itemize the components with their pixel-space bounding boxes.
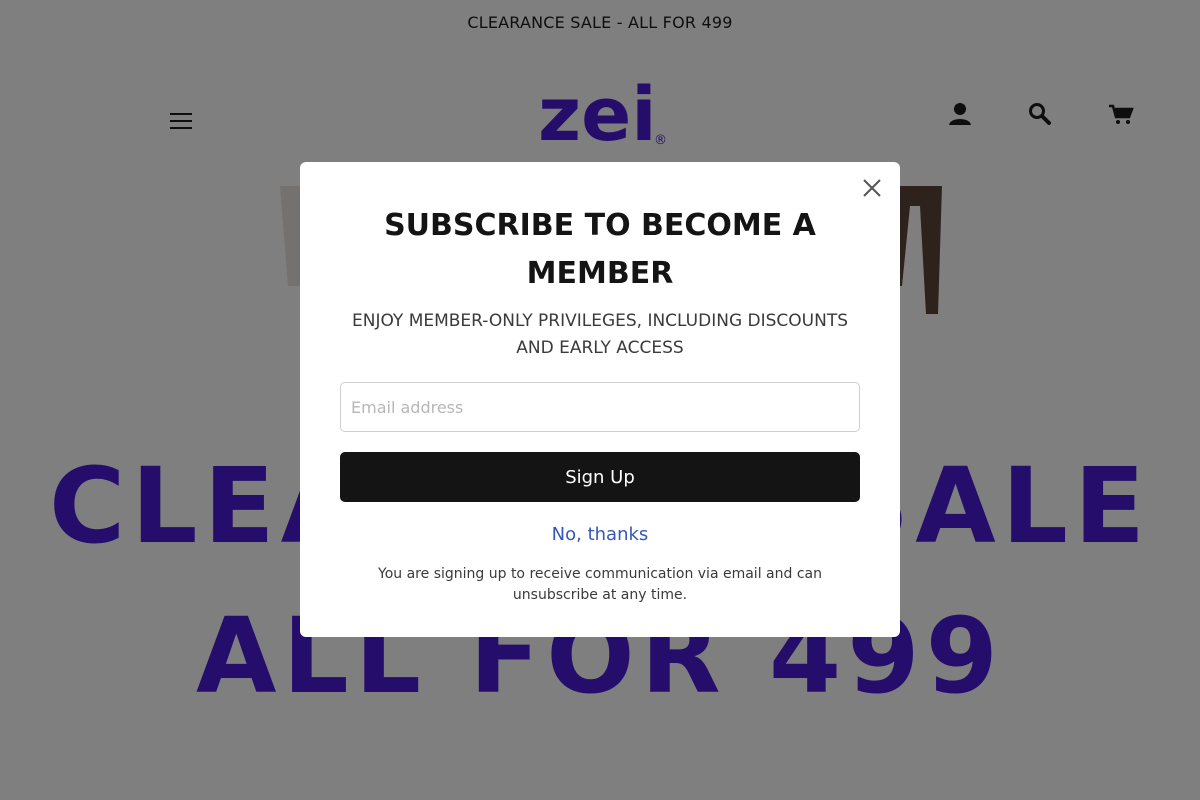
popup-title: SUBSCRIBE TO BECOME A MEMBER [384,208,816,291]
no-thanks-link[interactable]: No, thanks [500,522,700,548]
signup-disclaimer: You are signing up to receive communicat… [378,566,822,603]
email-field[interactable] [340,382,860,432]
popup-subtitle: ENJOY MEMBER-ONLY PRIVILEGES, INCLUDING … [351,311,848,358]
sign-up-button[interactable]: Sign Up [340,452,860,502]
close-icon[interactable] [858,174,886,202]
subscribe-popup: SUBSCRIBE TO BECOME A MEMBER ENJOY MEMBE… [300,162,900,637]
